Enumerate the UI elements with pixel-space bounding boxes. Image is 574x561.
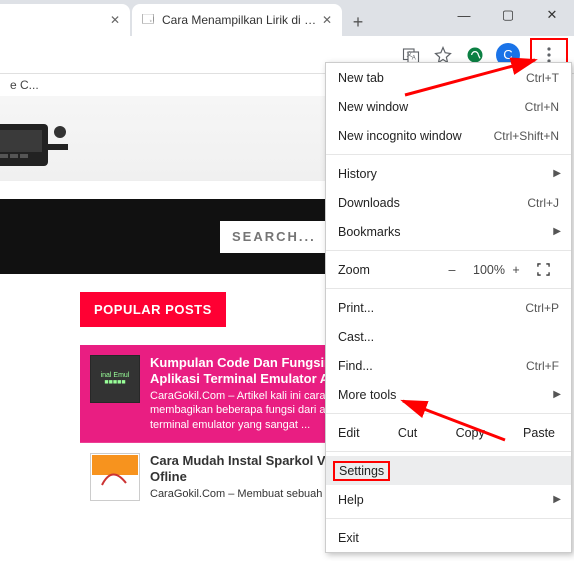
- menu-new-tab[interactable]: New tabCtrl+T: [326, 63, 571, 92]
- menu-separator: [326, 154, 571, 155]
- annotation-box: Settings: [333, 461, 390, 481]
- menu-more-tools[interactable]: More tools▶: [326, 380, 571, 409]
- window-controls: — ▢ ✕: [442, 0, 574, 30]
- maximize-button[interactable]: ▢: [486, 0, 530, 30]
- minimize-button[interactable]: —: [442, 0, 486, 30]
- menu-cut[interactable]: Cut: [398, 426, 417, 440]
- chevron-right-icon: ▶: [553, 168, 561, 179]
- menu-exit[interactable]: Exit: [326, 523, 571, 552]
- browser-tab[interactable]: 🗔 Cara Menampilkan Lirik di Win ✕: [132, 4, 342, 36]
- menu-edit-row: Edit Cut Copy Paste: [326, 418, 571, 447]
- menu-bookmarks[interactable]: Bookmarks▶: [326, 217, 571, 246]
- close-tab-icon[interactable]: ✕: [320, 13, 334, 27]
- close-tab-icon[interactable]: ✕: [108, 13, 122, 27]
- menu-help[interactable]: Help▶: [326, 485, 571, 514]
- zoom-in-button[interactable]: +: [505, 263, 527, 277]
- chevron-right-icon: ▶: [553, 226, 561, 237]
- post-thumbnail: [90, 453, 140, 501]
- zoom-value: 100%: [473, 263, 495, 277]
- menu-separator: [326, 413, 571, 414]
- menu-history[interactable]: History▶: [326, 159, 571, 188]
- menu-edit-label: Edit: [338, 426, 360, 440]
- menu-separator: [326, 288, 571, 289]
- menu-paste[interactable]: Paste: [523, 426, 555, 440]
- close-window-button[interactable]: ✕: [530, 0, 574, 30]
- menu-downloads[interactable]: DownloadsCtrl+J: [326, 188, 571, 217]
- menu-new-window[interactable]: New windowCtrl+N: [326, 92, 571, 121]
- chevron-right-icon: ▶: [553, 389, 561, 400]
- menu-copy[interactable]: Copy: [456, 426, 485, 440]
- menu-separator: [326, 250, 571, 251]
- menu-find[interactable]: Find...Ctrl+F: [326, 351, 571, 380]
- popular-posts-header: POPULAR POSTS: [80, 292, 226, 327]
- new-tab-button[interactable]: +: [344, 8, 372, 36]
- chevron-right-icon: ▶: [553, 494, 561, 505]
- tab-favicon: 🗔: [140, 12, 156, 28]
- tab-title: Cara Menampilkan Lirik di Win: [162, 13, 320, 27]
- menu-separator: [326, 451, 571, 452]
- chrome-menu: New tabCtrl+T New windowCtrl+N New incog…: [325, 62, 572, 553]
- browser-tab[interactable]: ✕: [0, 4, 130, 36]
- tab-strip: ✕ 🗔 Cara Menampilkan Lirik di Win ✕ + — …: [0, 0, 574, 36]
- menu-settings[interactable]: Settings: [326, 456, 571, 485]
- fullscreen-icon[interactable]: [537, 263, 559, 276]
- menu-print[interactable]: Print...Ctrl+P: [326, 293, 571, 322]
- device-illustration: [0, 114, 70, 169]
- menu-separator: [326, 518, 571, 519]
- zoom-out-button[interactable]: –: [441, 263, 463, 277]
- svg-text:A: A: [412, 55, 416, 61]
- menu-cast[interactable]: Cast...: [326, 322, 571, 351]
- post-thumbnail: inal Emul■■■■■: [90, 355, 140, 403]
- menu-zoom: Zoom – 100% +: [326, 255, 571, 284]
- menu-incognito[interactable]: New incognito windowCtrl+Shift+N: [326, 121, 571, 150]
